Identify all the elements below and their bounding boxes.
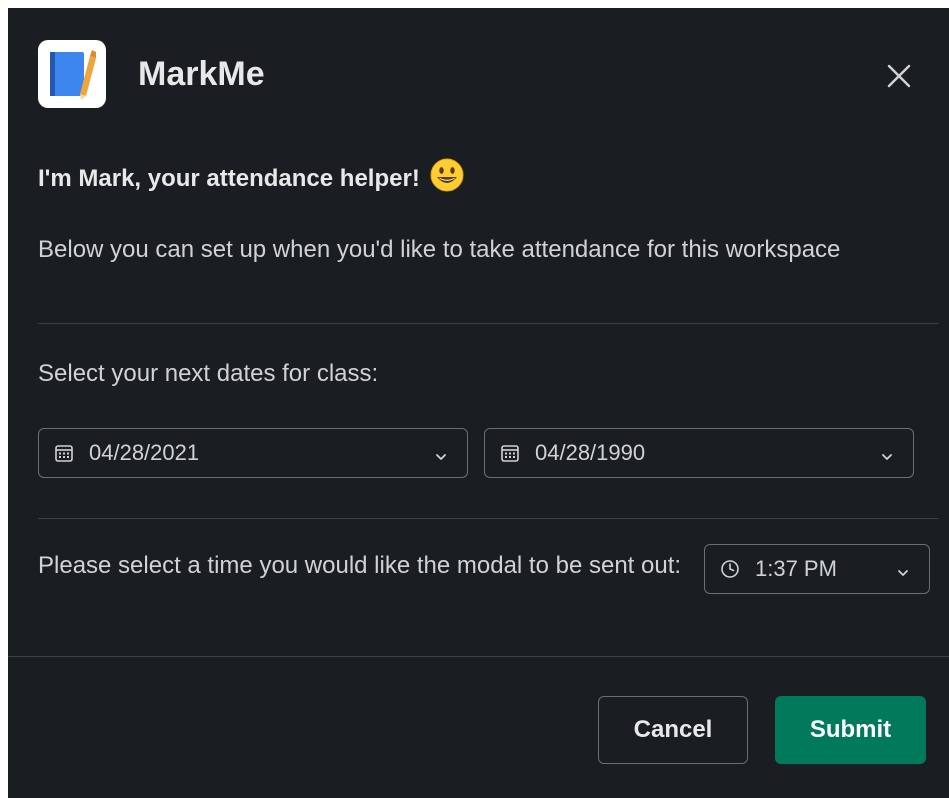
time-picker[interactable]: 1:37 PM: [704, 544, 930, 594]
end-date-value: 04/28/1990: [535, 440, 646, 465]
intro-description: Below you can set up when you'd like to …: [38, 236, 841, 263]
footer-divider: [8, 656, 949, 657]
divider: [38, 323, 939, 324]
time-label: Please select a time you would like the …: [38, 552, 682, 579]
app-title: MarkMe: [138, 54, 265, 93]
start-date-picker[interactable]: 04/28/2021: [38, 428, 468, 478]
time-value: 1:37 PM: [755, 556, 837, 581]
chevron-down-icon: [879, 445, 895, 461]
cancel-button[interactable]: Cancel: [598, 696, 748, 764]
dates-label: Select your next dates for class:: [38, 360, 379, 387]
end-date-picker[interactable]: 04/28/1990: [484, 428, 914, 478]
chevron-down-icon: [433, 445, 449, 461]
clock-icon: [719, 558, 741, 580]
submit-button[interactable]: Submit: [775, 696, 926, 764]
intro-heading: I'm Mark, your attendance helper!: [38, 158, 464, 199]
close-button[interactable]: [885, 62, 913, 90]
notebook-pencil-icon: [38, 40, 106, 108]
chevron-down-icon: [895, 561, 911, 577]
modal-header: MarkMe: [38, 40, 265, 108]
start-date-value: 04/28/2021: [89, 440, 200, 465]
divider: [38, 518, 939, 519]
close-icon: [887, 64, 911, 88]
calendar-icon: [499, 442, 521, 464]
intro-heading-text: I'm Mark, your attendance helper!: [38, 164, 420, 192]
smiley-emoji-icon: [430, 158, 464, 199]
calendar-icon: [53, 442, 75, 464]
markme-modal: MarkMe I'm Mark, your attendance helper!…: [8, 8, 949, 798]
